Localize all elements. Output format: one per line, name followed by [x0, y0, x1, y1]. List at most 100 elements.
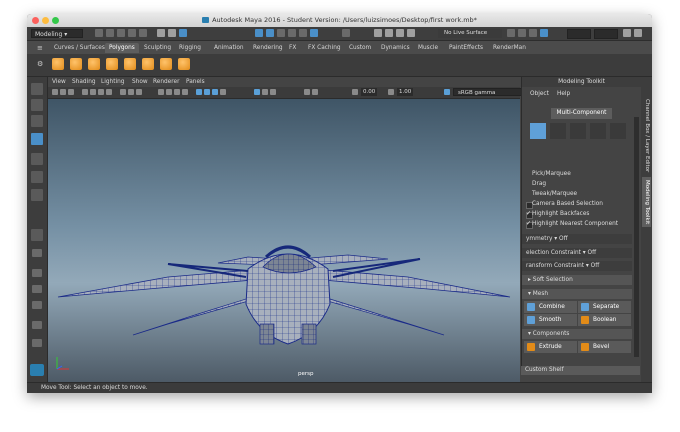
- collapse-icon[interactable]: [32, 339, 42, 347]
- object-mode-icon[interactable]: [530, 123, 546, 139]
- poly-cylinder-icon[interactable]: [88, 58, 100, 70]
- history-icon[interactable]: [310, 29, 318, 37]
- poly-cube-icon[interactable]: [70, 58, 82, 70]
- tab-channel-box[interactable]: Channel Box / Layer Editor: [642, 97, 651, 175]
- make-live-icon[interactable]: [299, 29, 307, 37]
- select-component-icon[interactable]: [179, 29, 187, 37]
- snap-view-plane-icon[interactable]: [288, 29, 296, 37]
- boolean-button[interactable]: Boolean: [578, 314, 631, 326]
- redo-icon[interactable]: [139, 29, 147, 37]
- poly-sphere-icon[interactable]: [52, 58, 64, 70]
- view-transform-dropdown[interactable]: sRGB gamma▾: [453, 88, 529, 96]
- scale-tool-icon[interactable]: [31, 171, 43, 183]
- shelf-tab[interactable]: Curves / Surfaces: [50, 43, 109, 53]
- shelf-tab[interactable]: FX: [285, 43, 300, 53]
- outliner-layout-icon[interactable]: [32, 321, 42, 329]
- four-view-layout-icon[interactable]: [32, 249, 42, 257]
- snap-curve-icon[interactable]: [266, 29, 274, 37]
- render-settings-icon[interactable]: [396, 29, 404, 37]
- camera-bookmark-icon[interactable]: [60, 89, 66, 95]
- poly-torus-icon[interactable]: [142, 58, 154, 70]
- drag-option[interactable]: Drag: [532, 181, 546, 187]
- lock-icon[interactable]: [342, 29, 350, 37]
- exposure-field[interactable]: 0.00: [361, 88, 378, 96]
- shelf-menu-icon[interactable]: ≡: [37, 44, 43, 52]
- panel-menu-panels[interactable]: Panels: [186, 77, 205, 87]
- move-tool-icon[interactable]: [31, 133, 43, 145]
- poly-cone-icon[interactable]: [106, 58, 118, 70]
- shelf-tab[interactable]: Custom: [345, 43, 375, 53]
- undo-icon[interactable]: [128, 29, 136, 37]
- ipr-render-icon[interactable]: [385, 29, 393, 37]
- symmetry-row[interactable]: ymmetry ▾ Off: [522, 234, 632, 244]
- pick-marquee-option[interactable]: Pick/Marquee: [532, 171, 571, 177]
- gate-mask-icon[interactable]: [106, 89, 112, 95]
- shelf-tab-active[interactable]: Polygons: [105, 43, 139, 53]
- uv-mode-icon[interactable]: [610, 123, 626, 139]
- ambient-occlusion-icon[interactable]: [212, 89, 218, 95]
- rotate-tool-icon[interactable]: [31, 153, 43, 165]
- film-gate-icon[interactable]: [90, 89, 96, 95]
- minimize-window-button[interactable]: [42, 17, 49, 24]
- shelf-tab[interactable]: Muscle: [414, 43, 442, 53]
- toolkit-menu-help[interactable]: Help: [557, 91, 570, 97]
- select-object-icon[interactable]: [168, 29, 176, 37]
- panel-menu-renderer[interactable]: Renderer: [153, 77, 179, 87]
- shelf-tab[interactable]: Animation: [210, 43, 248, 53]
- poly-pyramid-icon[interactable]: [178, 58, 190, 70]
- multi-component-button[interactable]: Multi-Component: [551, 108, 612, 119]
- combine-button[interactable]: Combine: [524, 301, 577, 313]
- live-surface-field[interactable]: No Live Surface: [438, 29, 502, 38]
- isolate-select-icon[interactable]: [254, 89, 260, 95]
- image-plane-icon[interactable]: [68, 89, 74, 95]
- persp-outliner-layout-icon[interactable]: [32, 269, 42, 277]
- show-tool-settings-icon[interactable]: [634, 29, 642, 37]
- shelf-options-icon[interactable]: ⚙: [37, 60, 43, 68]
- extrude-button[interactable]: Extrude: [524, 341, 577, 353]
- open-scene-icon[interactable]: [106, 29, 114, 37]
- render-icon[interactable]: [374, 29, 382, 37]
- layout-icon-2[interactable]: [518, 29, 526, 37]
- perspective-viewport[interactable]: persp: [48, 99, 520, 382]
- hypershade-layout-icon[interactable]: [32, 301, 42, 309]
- toolkit-menu-object[interactable]: Object: [530, 91, 549, 97]
- smooth-button[interactable]: Smooth: [524, 314, 577, 326]
- shadows-icon[interactable]: [204, 89, 210, 95]
- separate-button[interactable]: Separate: [578, 301, 631, 313]
- layout-icon-1[interactable]: [507, 29, 515, 37]
- textured-icon[interactable]: [182, 89, 188, 95]
- select-hierarchy-icon[interactable]: [157, 29, 165, 37]
- panel-menu-view[interactable]: View: [52, 77, 66, 87]
- snap-grid-icon[interactable]: [255, 29, 263, 37]
- wireframe-icon[interactable]: [158, 89, 164, 95]
- menu-set-dropdown[interactable]: Modeling ▾: [31, 29, 83, 38]
- smooth-shade-icon[interactable]: [166, 89, 172, 95]
- single-perspective-layout-icon[interactable]: [31, 229, 43, 241]
- shelf-tab[interactable]: Rigging: [175, 43, 205, 53]
- shelf-tab[interactable]: Rendering: [249, 43, 287, 53]
- tweak-marquee-option[interactable]: Tweak/Marquee: [532, 191, 577, 197]
- new-scene-icon[interactable]: [95, 29, 103, 37]
- poly-prism-icon[interactable]: [160, 58, 172, 70]
- wireframe-on-shaded-icon[interactable]: [174, 89, 180, 95]
- color-management-icon[interactable]: [540, 29, 548, 37]
- bevel-button[interactable]: Bevel: [578, 341, 631, 353]
- display-icon[interactable]: [312, 89, 318, 95]
- input-field-y[interactable]: [594, 29, 618, 39]
- safe-action-icon[interactable]: [128, 89, 134, 95]
- show-attribute-editor-icon[interactable]: [623, 29, 631, 37]
- face-mode-icon[interactable]: [590, 123, 606, 139]
- anti-aliasing-icon[interactable]: [220, 89, 226, 95]
- xray-joints-icon[interactable]: [270, 89, 276, 95]
- snap-point-icon[interactable]: [277, 29, 285, 37]
- select-tool-icon[interactable]: [31, 83, 43, 95]
- zoom-window-button[interactable]: [52, 17, 59, 24]
- gamma-icon[interactable]: [388, 89, 394, 95]
- poly-plane-icon[interactable]: [124, 58, 136, 70]
- resolution-gate-icon[interactable]: [98, 89, 104, 95]
- custom-shelf[interactable]: Custom Shelf: [521, 366, 640, 375]
- last-tool-icon[interactable]: [31, 189, 43, 201]
- safe-title-icon[interactable]: [136, 89, 142, 95]
- hypershade-icon[interactable]: [407, 29, 415, 37]
- shelf-tab[interactable]: PaintEffects: [445, 43, 487, 53]
